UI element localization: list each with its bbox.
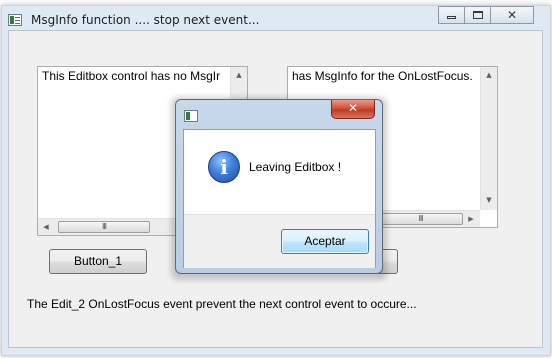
close-button[interactable]: ✕ [490, 6, 534, 24]
scroll-down-arrow-icon[interactable]: ▼ [481, 195, 497, 205]
edit-2-vertical-scrollbar[interactable]: ▲ ▼ [480, 67, 497, 210]
scroll-right-arrow-icon[interactable]: ▶ [466, 214, 476, 224]
window-title: MsgInfo function .... stop next event... [31, 13, 260, 27]
scroll-up-arrow-icon[interactable]: ▲ [481, 70, 497, 80]
dialog-app-icon [184, 110, 198, 122]
dialog-message: Leaving Editbox ! [249, 160, 342, 174]
scroll-thumb[interactable]: III [58, 221, 150, 233]
accept-button[interactable]: Aceptar [281, 229, 369, 254]
maximize-button[interactable] [464, 6, 491, 24]
scroll-thumb[interactable]: III [378, 213, 463, 225]
minimize-icon [447, 16, 456, 19]
scroll-left-arrow-icon[interactable]: ◀ [41, 222, 51, 232]
message-dialog: ✕ i Leaving Editbox ! Aceptar [175, 99, 383, 274]
edit-2-text: has MsgInfo for the OnLostFocus. [292, 69, 473, 83]
button-1[interactable]: Button_1 [49, 249, 147, 274]
maximize-icon [472, 11, 483, 19]
scroll-up-arrow-icon[interactable]: ▲ [231, 70, 247, 80]
dialog-close-button[interactable]: ✕ [331, 100, 375, 119]
app-icon [8, 14, 22, 26]
information-icon: i [208, 151, 240, 183]
edit-1-text: This Editbox control has no MsgIr [42, 69, 221, 83]
minimize-button[interactable] [438, 6, 465, 24]
caption-buttons: ✕ [438, 6, 534, 24]
dialog-body: i Leaving Editbox ! Aceptar [183, 129, 376, 268]
close-icon: ✕ [506, 8, 518, 22]
status-label: The Edit_2 OnLostFocus event prevent the… [27, 297, 417, 311]
close-icon: ✕ [347, 101, 359, 115]
